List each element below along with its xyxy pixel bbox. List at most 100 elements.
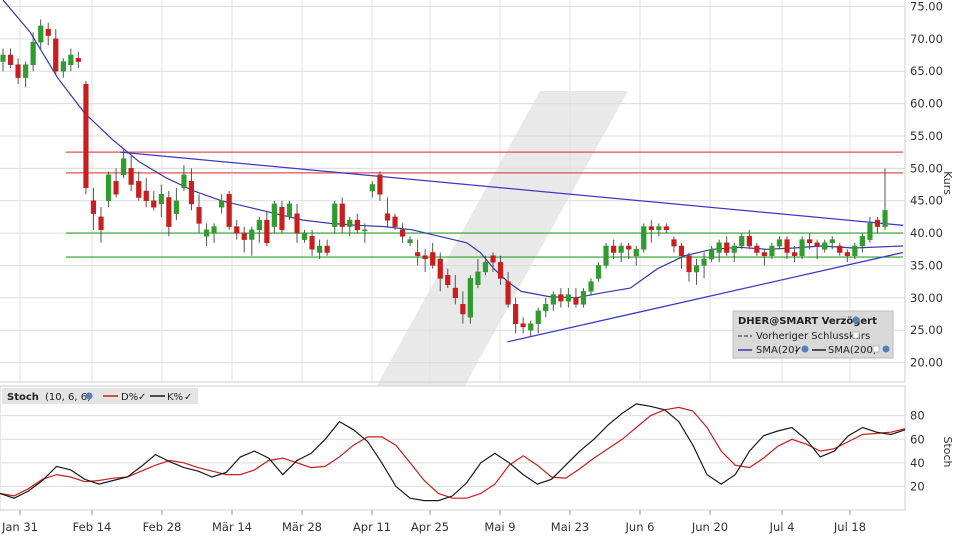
x-tick-label: Mai 9: [484, 520, 515, 534]
candle-up: [731, 245, 737, 253]
candle-up: [68, 54, 74, 65]
candle-up: [30, 41, 36, 66]
stoch-y-axis-title: Stoch: [941, 436, 954, 467]
x-tick-label: Apr 11: [353, 520, 391, 534]
candle-down: [761, 252, 767, 256]
candle-up: [580, 291, 587, 305]
candle-down: [415, 252, 421, 256]
candle-down: [452, 287, 458, 299]
candle-down: [558, 294, 564, 302]
candle-up: [286, 203, 293, 218]
candle-down: [188, 181, 195, 205]
candle-down: [53, 38, 59, 72]
candle-up: [550, 294, 556, 305]
candle-up: [595, 265, 602, 279]
candle-down: [309, 236, 315, 250]
candle-down: [791, 252, 798, 256]
candle-down: [377, 174, 383, 195]
candle-up: [0, 54, 6, 62]
x-tick-label: Jun 20: [691, 520, 728, 534]
price-y-tick-label: 65.00: [910, 64, 943, 78]
stoch-d-label: D%: [121, 392, 138, 403]
candle-down: [520, 323, 526, 328]
candle-down: [746, 236, 752, 247]
stoch-legend-title: Stoch: [7, 392, 39, 403]
candle-down: [384, 213, 391, 221]
candle-down: [264, 219, 270, 244]
stoch-y-axis: 20 40 60 80 Stoch: [910, 409, 954, 494]
price-y-tick-label: 35.00: [910, 258, 943, 272]
candle-up: [822, 242, 828, 250]
candle-up: [301, 232, 308, 240]
stoch-frame: [0, 385, 906, 511]
candle-up: [23, 64, 29, 78]
candle-down: [430, 252, 436, 266]
globe-icon: [801, 345, 809, 353]
candle-down: [75, 58, 81, 62]
candle-down: [166, 197, 172, 227]
candle-up: [565, 294, 571, 302]
candle-down: [844, 252, 850, 256]
candle-up: [332, 203, 338, 227]
price-y-tick-label: 55.00: [910, 129, 943, 143]
candle-down: [754, 245, 760, 253]
x-tick-label: Feb 28: [143, 520, 182, 534]
candle-up: [709, 249, 715, 260]
candle-down: [399, 229, 406, 237]
price-y-axis: 20.00 25.00 30.00 35.00 40.00 45.00 50.00 55.00…: [910, 0, 954, 370]
candle-up: [716, 242, 722, 253]
price-legend-box: DHER@SMART VerzögertVorheriger Schlussku…: [732, 310, 894, 359]
candle-up: [543, 304, 549, 312]
candle-down: [136, 181, 142, 198]
candle-up: [535, 310, 541, 324]
candle-up: [249, 229, 255, 240]
stoch-panel: [0, 385, 906, 511]
price-y-tick-label: 70.00: [910, 32, 943, 46]
candle-down: [686, 255, 692, 273]
candle-up: [852, 245, 858, 256]
price-y-tick-label: 30.00: [910, 291, 943, 305]
candle-down: [460, 304, 466, 315]
candle-down: [837, 245, 843, 253]
candle-down: [807, 239, 813, 244]
candle-down: [392, 216, 398, 227]
globe-icon: [852, 316, 860, 324]
legend-sma20: SMA(20): [756, 345, 798, 356]
candle-down: [648, 226, 654, 231]
candle-up: [407, 239, 413, 244]
candle-down: [874, 219, 881, 227]
candle-up: [105, 174, 112, 201]
candle-down: [354, 219, 360, 231]
stoch-k-label: K%: [167, 392, 183, 403]
candle-up: [776, 239, 783, 247]
stoch-y-tick-label: 20: [910, 479, 925, 493]
x-tick-label: Jul 4: [769, 520, 795, 534]
stock-chart-svg: 20.00 25.00 30.00 35.00 40.00 45.00 50.00 55.00…: [0, 0, 954, 534]
candle-up: [211, 226, 217, 234]
candle-down: [663, 226, 669, 231]
stoch-y-tick-label: 80: [910, 409, 925, 423]
candle-up: [799, 239, 805, 257]
price-y-tick-label: 25.00: [910, 323, 943, 337]
candle-up: [38, 25, 44, 43]
candle-up: [482, 261, 489, 273]
candle-up: [882, 210, 888, 227]
candle-down: [611, 245, 617, 253]
legend-sma200: SMA(200): [828, 345, 877, 356]
check-icon: ✓: [138, 392, 146, 403]
candle-up: [618, 245, 624, 253]
candle-down: [226, 193, 232, 227]
x-tick-label: Jun 6: [625, 520, 655, 534]
candle-down: [513, 304, 519, 324]
check-icon: ✓: [184, 392, 192, 403]
x-tick-label: Feb 14: [73, 520, 112, 534]
candle-up: [203, 229, 210, 237]
candle-down: [113, 181, 119, 195]
candle-down: [626, 245, 632, 250]
candle-down: [437, 258, 443, 279]
candle-down: [90, 200, 97, 214]
candle-up: [603, 245, 609, 266]
x-tick-label: Mär 28: [282, 520, 322, 534]
stoch-y-tick-label: 40: [910, 456, 925, 470]
candle-down: [196, 206, 202, 224]
